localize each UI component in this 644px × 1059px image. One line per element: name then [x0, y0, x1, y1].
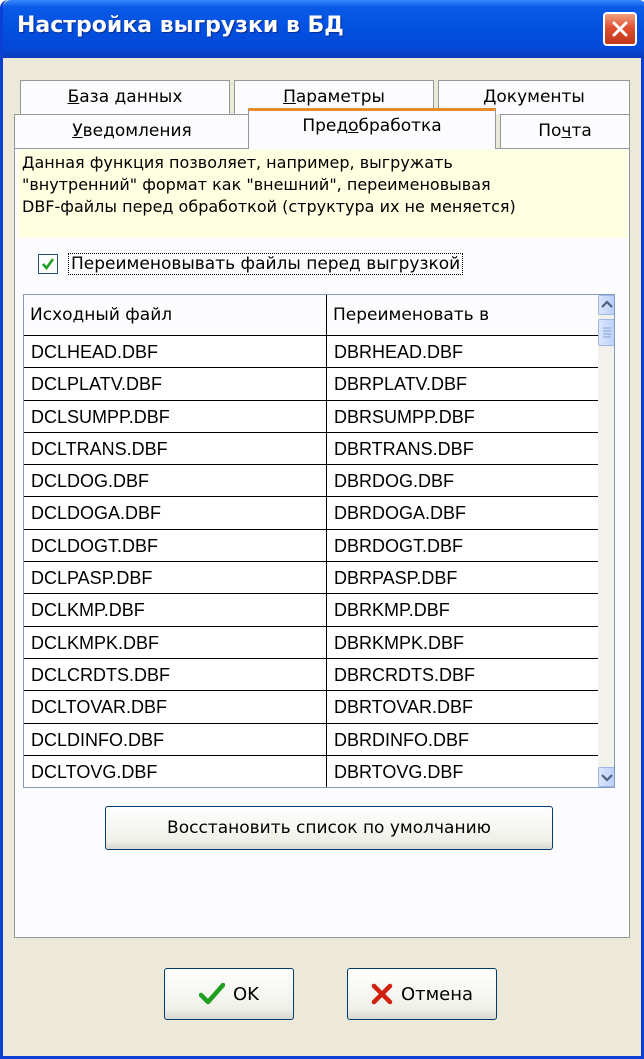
ok-button[interactable]: OK [164, 968, 294, 1020]
close-x-icon [612, 21, 628, 37]
table-row[interactable]: DCLCRDTS.DBF DBRCRDTS.DBF [24, 658, 599, 692]
grip-icon [603, 327, 611, 338]
tab-preprocessing[interactable]: Предобработка [248, 108, 496, 149]
rename-to-cell[interactable]: DBRDINFO.DBF [327, 723, 599, 756]
source-file-cell[interactable]: DCLTOVAR.DBF [24, 691, 327, 724]
cancel-button[interactable]: Отмена [347, 968, 497, 1020]
rename-files-label[interactable]: Переименовывать файлы перед выгрузкой [68, 253, 464, 275]
tab-notifications[interactable]: Уведомления [14, 114, 250, 148]
column-header-rename-to[interactable]: Переименовать в [327, 295, 599, 336]
scroll-thumb[interactable] [598, 319, 614, 346]
rename-to-cell[interactable]: DBRPLATV.DBF [327, 368, 599, 401]
restore-default-list-button[interactable]: Восстановить список по умолчанию [105, 806, 553, 850]
rename-table[interactable]: Исходный файл Переименовать в DCLHEAD.DB… [23, 294, 615, 788]
rename-to-cell[interactable]: DBRKMP.DBF [327, 594, 599, 627]
tab-mail[interactable]: Почта [500, 114, 630, 148]
chevron-down-icon [601, 774, 613, 782]
scroll-up-button[interactable] [598, 295, 614, 315]
column-header-source[interactable]: Исходный файл [24, 295, 327, 336]
source-file-cell[interactable]: DCLHEAD.DBF [24, 336, 327, 369]
table-row[interactable]: DCLPASP.DBF DBRPASP.DBF [24, 562, 599, 595]
info-line: Данная функция позволяет, например, выгр… [22, 153, 453, 172]
table-row[interactable]: DCLTRANS.DBF DBRTRANS.DBF [24, 432, 599, 466]
rename-files-checkbox[interactable] [38, 254, 58, 274]
table-row[interactable]: DCLKMPK.DBF DBRKMPK.DBF [24, 626, 599, 659]
chevron-up-icon [601, 300, 613, 308]
source-file-cell[interactable]: DCLTRANS.DBF [24, 432, 327, 466]
table-row[interactable]: DCLDOG.DBF DBRDOG.DBF [24, 465, 599, 498]
table-row[interactable]: DCLTOVG.DBF DBRTOVG.DBF [24, 755, 599, 787]
table-body: DCLHEAD.DBF DBRHEAD.DBF DCLPLATV.DBF DBRPLA… [24, 336, 599, 787]
cancel-label: Отмена [400, 983, 474, 1005]
table-scrollbar[interactable] [598, 295, 614, 787]
table-row[interactable]: DCLTOVAR.DBF DBRTOVAR.DBF [24, 691, 599, 724]
table-row[interactable]: DCLDINFO.DBF DBRDINFO.DBF [24, 723, 599, 756]
source-file-cell[interactable]: DCLDOGT.DBF [24, 529, 327, 563]
source-file-cell[interactable]: DCLCRDTS.DBF [24, 658, 327, 692]
rename-to-cell[interactable]: DBRDOGA.DBF [327, 497, 599, 530]
checkmark-icon [42, 258, 55, 271]
info-line: "внутренний" формат как "внешний", переи… [22, 175, 491, 194]
source-file-cell[interactable]: DCLTOVG.DBF [24, 755, 327, 787]
rename-to-cell[interactable]: DBRSUMPP.DBF [327, 400, 599, 433]
rename-to-cell[interactable]: DBRCRDTS.DBF [327, 658, 599, 692]
source-file-cell[interactable]: DCLKMP.DBF [24, 594, 327, 627]
rename-to-cell[interactable]: DBRDOGT.DBF [327, 529, 599, 563]
rename-to-cell[interactable]: DBRDOG.DBF [327, 465, 599, 498]
table-row[interactable]: DCLSUMPP.DBF DBRSUMPP.DBF [24, 400, 599, 433]
rename-to-cell[interactable]: DBRTOVAR.DBF [327, 691, 599, 724]
table-row[interactable]: DCLDOGA.DBF DBRDOGA.DBF [24, 497, 599, 530]
window-title: Настройка выгрузки в БД [17, 13, 344, 38]
source-file-cell[interactable]: DCLPASP.DBF [24, 562, 327, 595]
source-file-cell[interactable]: DCLDOGA.DBF [24, 497, 327, 530]
title-bar[interactable]: Настройка выгрузки в БД [3, 0, 644, 58]
info-text: Данная функция позволяет, например, выгр… [18, 150, 628, 238]
source-file-cell[interactable]: DCLSUMPP.DBF [24, 400, 327, 433]
table-row[interactable]: DCLHEAD.DBF DBRHEAD.DBF [24, 336, 599, 369]
table-header: Исходный файл Переименовать в [24, 295, 599, 336]
close-button[interactable] [603, 12, 637, 46]
info-line: DBF-файлы перед обработкой (структура их… [22, 197, 516, 216]
rename-files-option[interactable]: Переименовывать файлы перед выгрузкой [38, 252, 464, 276]
ok-label: OK [233, 983, 259, 1005]
source-file-cell[interactable]: DCLDOG.DBF [24, 465, 327, 498]
check-icon [199, 983, 225, 1005]
rename-to-cell[interactable]: DBRHEAD.DBF [327, 336, 599, 369]
cross-icon [371, 983, 393, 1005]
rename-to-cell[interactable]: DBRTRANS.DBF [327, 432, 599, 466]
tab-database[interactable]: База данных [20, 80, 230, 114]
source-file-cell[interactable]: DCLDINFO.DBF [24, 723, 327, 756]
table-row[interactable]: DCLPLATV.DBF DBRPLATV.DBF [24, 368, 599, 401]
rename-to-cell[interactable]: DBRPASP.DBF [327, 562, 599, 595]
source-file-cell[interactable]: DCLPLATV.DBF [24, 368, 327, 401]
scroll-down-button[interactable] [598, 767, 614, 787]
table-row[interactable]: DCLKMP.DBF DBRKMP.DBF [24, 594, 599, 627]
table-row[interactable]: DCLDOGT.DBF DBRDOGT.DBF [24, 529, 599, 563]
rename-to-cell[interactable]: DBRKMPK.DBF [327, 626, 599, 659]
rename-to-cell[interactable]: DBRTOVG.DBF [327, 755, 599, 787]
source-file-cell[interactable]: DCLKMPK.DBF [24, 626, 327, 659]
